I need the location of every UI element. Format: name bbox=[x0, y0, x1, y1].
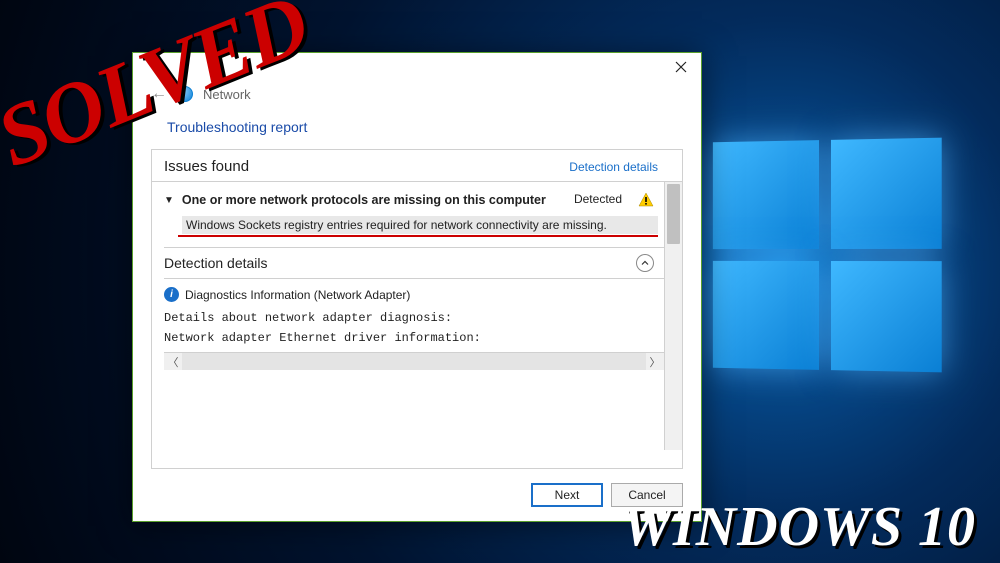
issue-title: One or more network protocols are missin… bbox=[182, 192, 566, 208]
horizontal-scrollbar[interactable]: 〈 〉 bbox=[164, 352, 664, 370]
warning-icon bbox=[638, 192, 654, 208]
cancel-button[interactable]: Cancel bbox=[611, 483, 683, 507]
collapse-button[interactable] bbox=[636, 254, 654, 272]
chevron-up-icon bbox=[641, 259, 649, 267]
next-button[interactable]: Next bbox=[531, 483, 603, 507]
detection-details-link[interactable]: Detection details bbox=[569, 160, 658, 174]
diagnostics-row: i Diagnostics Information (Network Adapt… bbox=[164, 279, 682, 308]
detection-section-label: Detection details bbox=[164, 255, 268, 271]
info-icon: i bbox=[164, 287, 179, 302]
issue-description: Windows Sockets registry entries require… bbox=[182, 216, 658, 234]
diagnostic-text-2: Network adapter Ethernet driver informat… bbox=[164, 328, 682, 348]
header-category: Network bbox=[203, 87, 251, 102]
scroll-area: ▼ One or more network protocols are miss… bbox=[152, 182, 682, 468]
scroll-right-arrow-icon[interactable]: 〉 bbox=[646, 353, 664, 370]
issue-row: ▼ One or more network protocols are miss… bbox=[164, 190, 682, 212]
windows-logo-background bbox=[713, 138, 942, 373]
vscroll-thumb[interactable] bbox=[667, 184, 680, 244]
issue-status: Detected bbox=[574, 192, 622, 206]
titlebar bbox=[133, 53, 701, 81]
issues-heading: Issues found bbox=[164, 158, 249, 175]
report-title: Troubleshooting report bbox=[133, 103, 701, 149]
diagnostics-label: Diagnostics Information (Network Adapter… bbox=[185, 288, 410, 302]
scroll-left-arrow-icon[interactable]: 〈 bbox=[164, 353, 182, 370]
header-row: ← Network bbox=[133, 81, 701, 103]
issues-header: Issues found Detection details bbox=[152, 150, 682, 182]
hscroll-track[interactable] bbox=[182, 353, 646, 370]
close-icon bbox=[675, 61, 687, 73]
button-row: Next Cancel bbox=[133, 469, 701, 521]
highlight-underline bbox=[178, 235, 658, 237]
content-box: Issues found Detection details ▼ One or … bbox=[151, 149, 683, 469]
expand-triangle-icon[interactable]: ▼ bbox=[164, 195, 174, 206]
network-globe-icon bbox=[177, 86, 193, 102]
diagnostic-text-1: Details about network adapter diagnosis: bbox=[164, 308, 682, 328]
back-arrow-icon[interactable]: ← bbox=[151, 85, 167, 103]
troubleshooter-dialog: ← Network Troubleshooting report Issues … bbox=[132, 52, 702, 522]
vertical-scrollbar[interactable] bbox=[664, 182, 682, 450]
detection-section-header: Detection details bbox=[164, 247, 682, 279]
close-button[interactable] bbox=[669, 57, 693, 77]
